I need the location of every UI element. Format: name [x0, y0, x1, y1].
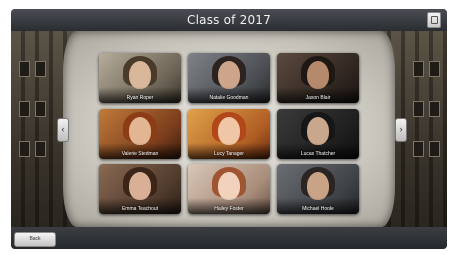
student-name: Ryan Roper [126, 95, 154, 101]
student-photo-face [218, 172, 240, 200]
student-photo-face [307, 117, 329, 145]
chevron-left-icon: ‹ [61, 124, 65, 134]
student-card[interactable]: Natalie Goodman [188, 53, 270, 103]
page-title: Class of 2017 [187, 13, 271, 27]
next-page-button[interactable]: › [395, 118, 407, 142]
student-card[interactable]: Valerie Stedman [99, 109, 181, 159]
student-name: Emma Teachout [121, 206, 159, 212]
student-card[interactable]: Jason Blair [277, 53, 359, 103]
student-photo-face [129, 61, 151, 89]
student-card[interactable]: Emma Teachout [99, 164, 181, 214]
window-decoration [35, 61, 46, 77]
student-card[interactable]: Ryan Roper [99, 53, 181, 103]
student-card[interactable]: Lucy Tanager [188, 109, 270, 159]
window-decoration [413, 101, 424, 117]
window-decoration [35, 101, 46, 117]
student-name: Valerie Stedman [121, 151, 159, 157]
previous-page-button[interactable]: ‹ [57, 118, 69, 142]
student-photo-face [307, 172, 329, 200]
chevron-right-icon: › [399, 124, 403, 134]
student-card[interactable]: Hailey Foster [188, 164, 270, 214]
window-decoration [429, 101, 440, 117]
window-decoration [429, 61, 440, 77]
student-photo-face [218, 61, 240, 89]
student-name: Jason Blair [305, 95, 331, 101]
bottom-bar: Back [11, 227, 447, 249]
student-name: Natalie Goodman [209, 95, 249, 101]
student-photo-face [307, 61, 329, 89]
student-name: Michael Hoole [302, 206, 334, 212]
window-decoration [19, 101, 30, 117]
student-card[interactable]: Michael Hoole [277, 164, 359, 214]
window-decoration [413, 61, 424, 77]
student-card[interactable]: Lucas Thatcher [277, 109, 359, 159]
back-button[interactable]: Back [14, 232, 56, 247]
window-decoration [413, 141, 424, 157]
student-name: Lucas Thatcher [300, 151, 336, 157]
student-photo-face [129, 117, 151, 145]
student-photo-face [218, 117, 240, 145]
student-name: Hailey Foster [214, 206, 244, 212]
square-icon[interactable] [427, 12, 441, 28]
window-decoration [429, 141, 440, 157]
window-decoration [19, 61, 30, 77]
title-bar: Class of 2017 [11, 9, 447, 31]
window-decoration [19, 141, 30, 157]
student-name: Lucy Tanager [214, 151, 244, 157]
student-photo-face [129, 172, 151, 200]
window-decoration [35, 141, 46, 157]
